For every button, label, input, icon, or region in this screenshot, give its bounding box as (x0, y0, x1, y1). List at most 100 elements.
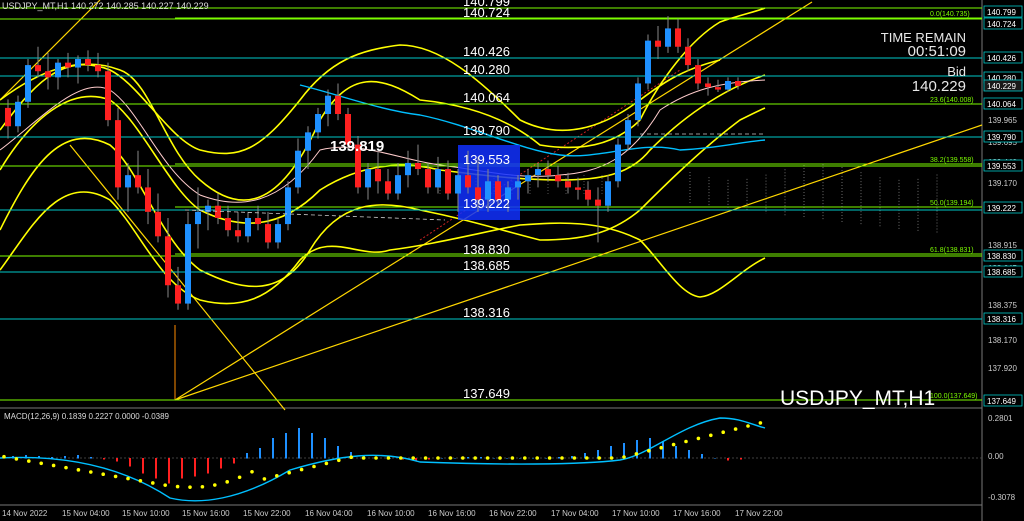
macd-histogram-bar (324, 438, 326, 459)
macd-signal-dot (609, 456, 614, 460)
macd-histogram-bar (90, 457, 92, 459)
macd-histogram-bar (77, 455, 79, 459)
time-tick: 17 Nov 16:00 (673, 509, 721, 518)
macd-signal-dot (423, 456, 428, 460)
macd-signal-dot (709, 433, 713, 438)
candle-body (45, 71, 51, 78)
macd-histogram-bar (129, 458, 131, 467)
macd-signal-dot (572, 456, 577, 460)
price-chart[interactable]: 0.0(140.735) 23.6(140.008) 38.2(139.558) 50… (0, 0, 1024, 521)
candle-body (675, 28, 681, 47)
time-tick: 15 Nov 22:00 (243, 509, 291, 518)
macd-histogram-bar (506, 458, 508, 459)
candle-body (35, 65, 41, 72)
candle-body (335, 95, 341, 115)
candle-body (15, 101, 21, 127)
fib-level-label: 61.8(138.831) (930, 247, 974, 254)
candle-body (555, 175, 561, 182)
level-label: 139.790 (463, 123, 510, 138)
macd-signal-dot (473, 456, 478, 460)
candle-body (605, 181, 611, 206)
macd-signal-dot (262, 477, 267, 481)
macd-signal-dot (287, 470, 292, 475)
macd-signal-dot (225, 480, 229, 484)
macd-signal-dot (411, 456, 416, 460)
macd-signal-dot (733, 427, 738, 431)
level-label: 138.316 (463, 305, 510, 320)
candle-body (535, 169, 541, 176)
candle-body (705, 83, 711, 88)
candle-body (575, 187, 581, 190)
macd-signal-dot (523, 456, 527, 460)
macd-signal-dot (324, 461, 329, 466)
candle-body (75, 58, 81, 68)
time-tick: 16 Nov 22:00 (489, 509, 537, 518)
price-box-label: 137.649 (987, 397, 1016, 406)
candle-body (645, 40, 651, 84)
candle-body (665, 28, 671, 47)
chart-header: USDJPY_MT,H1 140.272 140.285 140.227 140… (2, 1, 209, 11)
macd-signal-dot (39, 461, 43, 466)
candle-body (565, 181, 571, 188)
macd-signal-dot (448, 456, 453, 460)
candle-body (375, 169, 381, 182)
candle-body (155, 211, 161, 237)
time-remain-value: 00:51:09 (907, 43, 966, 60)
candle-body (425, 169, 431, 188)
candle-body (275, 224, 281, 243)
price-box-label: 139.790 (987, 133, 1016, 142)
candle-body (685, 46, 691, 66)
macd-histogram-bar (480, 457, 482, 459)
macd-signal-dot (237, 475, 242, 480)
macd-signal-dot (597, 456, 601, 460)
macd-signal-dot (64, 465, 68, 470)
macd-histogram-bar (558, 457, 560, 459)
macd-signal-dot (647, 449, 651, 453)
macd-histogram-bar (155, 458, 157, 479)
macd-histogram-bar (220, 458, 222, 469)
price-box-label: 140.426 (987, 54, 1016, 63)
price-box-label: 140.799 (987, 8, 1016, 17)
macd-signal-dot (213, 483, 217, 487)
macd-signal-dot (560, 456, 564, 460)
macd-histogram-bar (727, 458, 729, 461)
candle-body (5, 107, 11, 127)
high-annotation: 139.819 (330, 138, 384, 155)
macd-signal-dot (485, 456, 490, 460)
level-label: 139.553 (463, 152, 510, 167)
macd-histogram-bar (662, 441, 664, 459)
level-label: 140.724 (463, 5, 510, 20)
candle-body (25, 65, 31, 102)
macd-histogram-bar (311, 433, 313, 459)
macd-signal-dot (113, 474, 118, 479)
candle-body (245, 217, 251, 237)
fib-level-label: 38.2(139.558) (930, 157, 974, 164)
candle-body (95, 65, 101, 72)
macd-label: MACD(12,26,9) 0.1839 0.2227 0.0000 -0.03… (4, 412, 170, 421)
chart-window[interactable]: 0.0(140.735) 23.6(140.008) 38.2(139.558) 50… (0, 0, 1024, 521)
macd-signal-dot (151, 481, 155, 485)
candle-body (465, 175, 471, 188)
candle-body (175, 285, 181, 304)
macd-histogram-bar (64, 456, 66, 459)
candle-body (145, 187, 151, 212)
candle-body (285, 187, 291, 225)
macd-signal-dot (510, 456, 515, 460)
candle-body (65, 62, 71, 68)
macd-signal-dot (399, 456, 403, 460)
time-tick: 15 Nov 04:00 (62, 509, 110, 518)
macd-tick: 0.00 (988, 452, 1004, 461)
price-box-label: 138.316 (987, 315, 1016, 324)
candle-body (635, 83, 641, 121)
macd-signal-dot (163, 483, 167, 487)
macd-histogram-bar (545, 458, 547, 459)
macd-histogram-bar (233, 458, 235, 464)
fib-level-label: 100.0(137.649) (930, 393, 977, 400)
price-box-label: 140.229 (987, 82, 1016, 91)
candle-body (695, 65, 701, 84)
macd-histogram-bar (207, 458, 209, 474)
candle-body (315, 114, 321, 133)
candle-body (395, 175, 401, 194)
macd-signal-dot (2, 454, 6, 459)
macd-signal-dot (349, 455, 354, 460)
